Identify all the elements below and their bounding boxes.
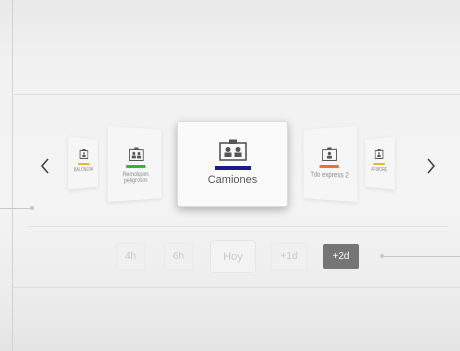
card-label: Tdo express 2	[310, 171, 349, 180]
card-color-bar	[373, 163, 385, 166]
card-color-bar	[126, 164, 146, 169]
card-label: Camiones	[207, 174, 258, 186]
id-card-icon	[322, 147, 337, 161]
prev-button[interactable]	[34, 153, 56, 179]
time-option-6h[interactable]: 6h	[165, 244, 192, 269]
time-option-plus-2d[interactable]: +2d	[323, 244, 359, 269]
carousel-card-balonera[interactable]: BALONERA	[68, 136, 98, 190]
id-card-icon	[375, 148, 383, 159]
chevron-left-icon	[40, 158, 50, 174]
panel-left-edge	[12, 0, 13, 351]
id-card-group-icon	[129, 146, 144, 161]
chevron-right-icon	[426, 158, 436, 174]
separator-top	[12, 94, 460, 95]
card-color-bar	[214, 166, 251, 170]
card-color-bar	[78, 163, 90, 166]
time-option-hoy[interactable]: Hoy	[211, 241, 255, 272]
connector-line-right	[384, 256, 460, 257]
next-button[interactable]	[420, 153, 442, 179]
time-option-4h[interactable]: 4h	[117, 244, 144, 269]
carousel-card-camiones[interactable]: Camiones	[177, 121, 288, 207]
carousel-card-tdo-express[interactable]: Tdo express 2	[303, 126, 358, 202]
carousel-card-afimore[interactable]: AFIMORE	[365, 136, 395, 190]
time-option-plus-1d[interactable]: +1d	[272, 244, 306, 269]
card-color-bar	[319, 164, 339, 169]
separator-middle	[28, 226, 448, 227]
card-label: Remolques peligrosos	[122, 171, 149, 185]
id-card-group-icon	[218, 139, 247, 161]
connector-line-left	[0, 208, 30, 209]
id-card-icon	[80, 148, 88, 159]
connector-dot-left	[30, 206, 34, 210]
card-label: AFIMORE	[371, 166, 388, 174]
carousel-card-remolques[interactable]: Remolques peligrosos	[107, 126, 162, 202]
card-label: BALONERA	[73, 166, 94, 174]
separator-bottom	[12, 287, 460, 288]
